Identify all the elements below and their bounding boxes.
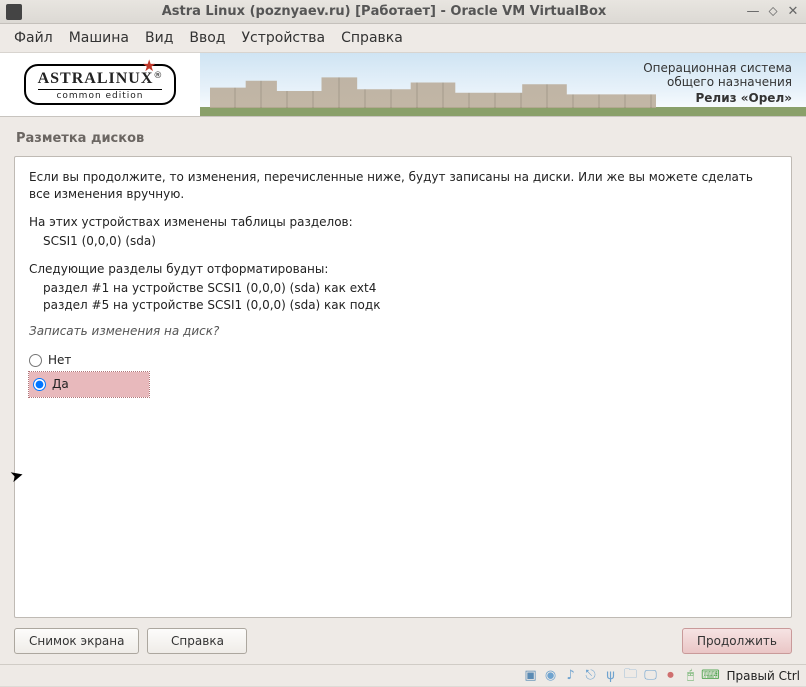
info-line: общего назначения: [643, 75, 792, 89]
astra-logo: ★ ASTRALINUX® common edition: [0, 53, 200, 116]
radio-yes-label: Да: [52, 376, 69, 393]
installer-pane: Разметка дисков Если вы продолжите, то и…: [0, 117, 806, 664]
continue-button[interactable]: Продолжить: [682, 628, 792, 654]
radio-no-input[interactable]: [29, 354, 42, 367]
partitions-header: Следующие разделы будут отформатированы:: [29, 261, 777, 278]
info-line: Операционная система: [643, 61, 792, 75]
partition-line: раздел #1 на устройстве SCSI1 (0,0,0) (s…: [43, 280, 777, 297]
recording-icon[interactable]: ⏺: [662, 668, 678, 684]
app-icon: [6, 4, 22, 20]
titlebar: Astra Linux (poznyaev.ru) [Работает] - O…: [0, 0, 806, 24]
device-line: SCSI1 (0,0,0) (sda): [43, 233, 777, 250]
section-title: Разметка дисков: [16, 131, 792, 146]
confirm-question: Записать изменения на диск?: [29, 323, 777, 340]
radio-option-yes[interactable]: Да: [29, 372, 149, 397]
radio-no-label: Нет: [48, 352, 71, 369]
optical-icon[interactable]: ◉: [542, 668, 558, 684]
button-row: Снимок экрана Справка Продолжить: [14, 628, 792, 654]
menu-view[interactable]: Вид: [145, 30, 173, 46]
audio-icon[interactable]: ♪: [562, 668, 578, 684]
keyboard-capture-icon[interactable]: ⌨: [702, 668, 718, 684]
release-name: Релиз «Орел»: [643, 91, 792, 105]
usb-icon[interactable]: ψ: [602, 668, 618, 684]
display-icon[interactable]: 🖵: [642, 668, 658, 684]
logo-subtext: common edition: [38, 89, 163, 101]
hdd-icon[interactable]: ▣: [522, 668, 538, 684]
window-title: Astra Linux (poznyaev.ru) [Работает] - O…: [28, 4, 740, 19]
network-icon[interactable]: ⎋: [582, 668, 598, 684]
screenshot-button[interactable]: Снимок экрана: [14, 628, 139, 654]
minimize-button[interactable]: —: [746, 5, 760, 19]
mouse-integration-icon[interactable]: 🖰: [682, 668, 698, 684]
menu-input[interactable]: Ввод: [189, 30, 225, 46]
maximize-button[interactable]: ⬦: [766, 5, 780, 19]
menu-help[interactable]: Справка: [341, 30, 403, 46]
banner: ★ ASTRALINUX® common edition Операционна…: [0, 53, 806, 117]
menu-file[interactable]: Файл: [14, 30, 53, 46]
menu-devices[interactable]: Устройства: [242, 30, 326, 46]
intro-text: Если вы продолжите, то изменения, перечи…: [29, 169, 777, 204]
host-key-label: Правый Ctrl: [726, 669, 800, 683]
star-icon: ★: [142, 56, 156, 75]
partition-line: раздел #5 на устройстве SCSI1 (0,0,0) (s…: [43, 297, 777, 314]
help-button[interactable]: Справка: [147, 628, 247, 654]
devices-header: На этих устройствах изменены таблицы раз…: [29, 214, 777, 231]
close-button[interactable]: ✕: [786, 5, 800, 19]
content-box: Если вы продолжите, то изменения, перечи…: [14, 156, 792, 618]
radio-yes-input[interactable]: [33, 378, 46, 391]
release-info: Операционная система общего назначения Р…: [643, 61, 792, 105]
menubar: Файл Машина Вид Ввод Устройства Справка: [0, 24, 806, 53]
radio-option-no[interactable]: Нет: [29, 350, 777, 371]
statusbar: ▣ ◉ ♪ ⎋ ψ 🗀 🖵 ⏺ 🖰 ⌨ Правый Ctrl: [0, 664, 806, 686]
menu-machine[interactable]: Машина: [69, 30, 129, 46]
logo-text: ASTRALINUX: [38, 70, 154, 87]
shared-folder-icon[interactable]: 🗀: [622, 668, 638, 684]
